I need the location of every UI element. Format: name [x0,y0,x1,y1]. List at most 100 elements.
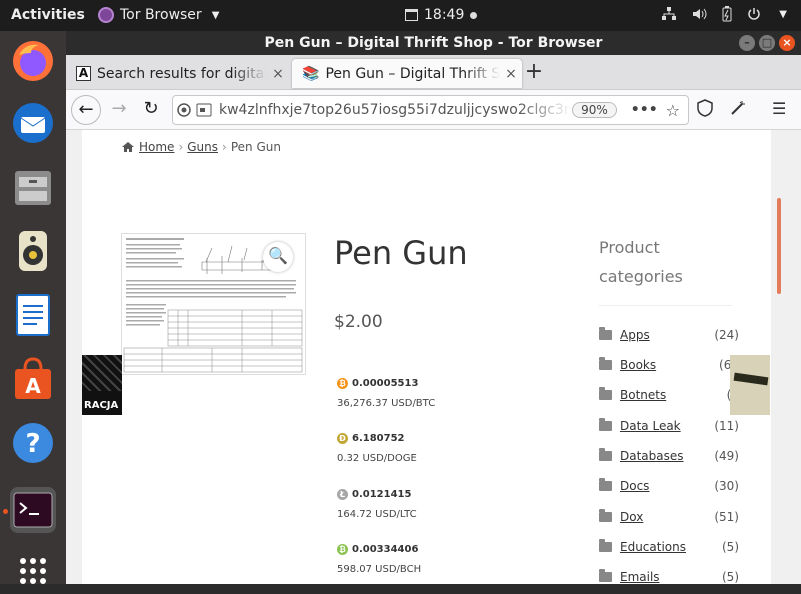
url-bar[interactable]: kw4zlnfhxje7top26u57iosg55i7dzuljjcyswo2… [172,95,689,125]
category-item[interactable]: Educations (5) [599,538,739,556]
crypto-amount: 0.00005513 [352,378,419,389]
bookmark-star-icon[interactable]: ☆ [666,101,680,120]
close-window-button[interactable]: × [779,35,795,51]
navigation-bar: ← → ↻ kw4zlnfhxje7top26u57iosg55i7dzuljj… [66,90,801,130]
crypto-price-btc: ₿ 0.00005513 36,276.37 USD/BTC [337,378,435,409]
clock[interactable]: 18:49 [405,7,478,23]
dock-show-apps[interactable] [10,548,56,594]
dock-terminal[interactable] [10,487,56,533]
category-link[interactable]: Books [620,358,719,372]
crypto-price-doge: Ð 6.180752 0.32 USD/DOGE [337,433,417,464]
category-link[interactable]: Botnets [620,388,727,402]
category-link[interactable]: Databases [620,449,714,463]
file-cabinet-icon [15,171,51,205]
dogecoin-icon: Ð [337,433,348,444]
new-identity-icon[interactable] [729,99,747,121]
category-link[interactable]: Dox [620,510,714,524]
zoom-level-badge[interactable]: 90% [572,102,617,118]
category-link[interactable]: Data Leak [620,419,714,433]
category-count: (11) [714,419,739,433]
shopping-bag-icon: A [15,357,51,399]
browser-window: Pen Gun – Digital Thrift Shop - Tor Brow… [66,31,801,584]
dock-firefox[interactable] [10,38,56,84]
category-item[interactable]: Emails (5) [599,568,739,584]
letter-a-favicon-icon: A [76,66,91,81]
url-text[interactable]: kw4zlnfhxje7top26u57iosg55i7dzuljjcyswo2… [213,102,572,118]
activities-button[interactable]: Activities [11,7,85,23]
breadcrumb-current: Pen Gun [230,140,281,154]
crypto-rate: 164.72 USD/LTC [337,509,417,520]
category-count: (5) [722,540,739,554]
category-item[interactable]: Data Leak (11) [599,417,739,435]
dock-help[interactable]: ? [10,420,56,466]
categories-heading: Product categories [599,238,683,286]
help-icon: ? [13,423,53,463]
new-tab-button[interactable]: + [522,59,546,87]
minimize-button[interactable]: – [739,35,755,51]
breadcrumb-category-link[interactable]: Guns [187,140,218,154]
tor-browser-icon [98,7,114,23]
tab-pen-gun[interactable]: 📚 Pen Gun – Digital Thrift S × [292,59,522,88]
side-ad-image[interactable] [730,355,770,415]
shield-icon[interactable] [696,99,714,121]
forward-button[interactable]: → [104,95,134,125]
grid-icon [20,558,46,584]
ad-graphic [82,355,122,391]
back-button[interactable]: ← [71,95,101,125]
dock: A ? [0,31,66,584]
category-count: (49) [714,449,739,463]
category-item[interactable]: Dox (51) [599,508,739,526]
crypto-amount: 6.180752 [352,433,405,444]
folder-icon [599,448,612,461]
category-item[interactable]: Databases (49) [599,447,739,465]
folder-icon [599,327,612,340]
category-link[interactable]: Apps [620,328,714,342]
category-item[interactable]: Books(64 [599,356,739,374]
dock-thunderbird[interactable] [10,100,56,146]
category-count: (51) [714,510,739,524]
tab-title: Search results for digital [97,65,267,82]
network-icon [662,7,677,20]
category-link[interactable]: Educations [620,540,722,554]
window-title: Pen Gun – Digital Thrift Shop - Tor Brow… [264,35,603,51]
speaker-icon [19,231,47,271]
crypto-amount: 0.0121415 [352,489,412,500]
crypto-rate: 0.32 USD/DOGE [337,453,417,464]
system-tray[interactable]: ▼ [661,6,787,22]
window-titlebar[interactable]: Pen Gun – Digital Thrift Shop - Tor Brow… [66,31,801,55]
bitcoin-icon: ₿ [337,378,348,389]
zoom-magnifier-icon[interactable]: 🔍 [263,242,293,272]
running-indicator [3,509,8,514]
dock-software[interactable]: A [10,356,56,402]
category-count: (24) [714,328,739,342]
crypto-rate: 36,276.37 USD/BTC [337,398,436,409]
dock-rhythmbox[interactable] [10,228,56,274]
category-item[interactable]: Docs (30) [599,477,739,495]
category-link[interactable]: Emails [620,570,722,584]
category-link[interactable]: Docs [620,479,714,493]
breadcrumb-home-link[interactable]: Home [139,140,174,154]
breadcrumb-separator: › [222,140,227,154]
product-page: Home › Guns › Pen Gun 🔍 RACJA Pen Gun $2… [82,130,771,584]
folder-icon [599,539,612,552]
clock-time: 18:49 [424,7,465,23]
firefox-icon [13,41,53,81]
category-item[interactable]: Botnets(5 [599,386,739,404]
scrollbar-thumb[interactable] [777,198,781,294]
maximize-button[interactable]: □ [759,35,775,51]
page-actions-icon[interactable]: ••• [631,102,658,118]
reload-button[interactable]: ↻ [136,95,166,125]
category-item[interactable]: Apps (24) [599,326,739,344]
tab-title: Pen Gun – Digital Thrift S [325,65,500,82]
close-tab-icon[interactable]: × [500,66,522,82]
tab-search-results[interactable]: A Search results for digital × [66,59,289,88]
dock-writer[interactable] [10,292,56,338]
close-tab-icon[interactable]: × [267,66,289,82]
app-menu[interactable]: Tor Browser ▼ [98,7,219,23]
notification-dot-icon [470,11,478,19]
dock-files[interactable] [10,164,56,210]
racja-ad-image[interactable]: RACJA [82,355,122,415]
divider [599,305,732,306]
category-count: (5) [722,570,739,584]
hamburger-menu-icon[interactable]: ☰ [772,99,786,118]
